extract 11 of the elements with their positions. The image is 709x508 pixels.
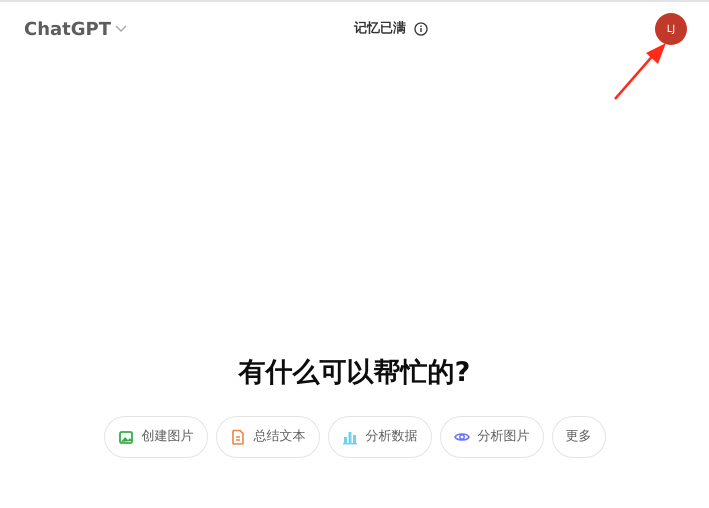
headline: 有什么可以帮忙的? bbox=[237, 356, 472, 389]
suggestion-button[interactable]: 分析图片 bbox=[440, 416, 544, 458]
chevron-down-icon bbox=[115, 25, 128, 33]
avatar-button[interactable]: LJ bbox=[655, 13, 687, 45]
suggestion-button[interactable]: 总结文本 bbox=[216, 416, 320, 458]
suggestion-button[interactable]: 创建图片 bbox=[104, 416, 208, 458]
memory-status: 记忆已满 bbox=[354, 20, 406, 38]
model-selector[interactable]: ChatGPT bbox=[24, 16, 128, 42]
suggestion-button[interactable]: 更多 bbox=[552, 416, 606, 458]
suggestion-button[interactable]: 分析数据 bbox=[328, 416, 432, 458]
info-icon[interactable] bbox=[414, 22, 428, 36]
